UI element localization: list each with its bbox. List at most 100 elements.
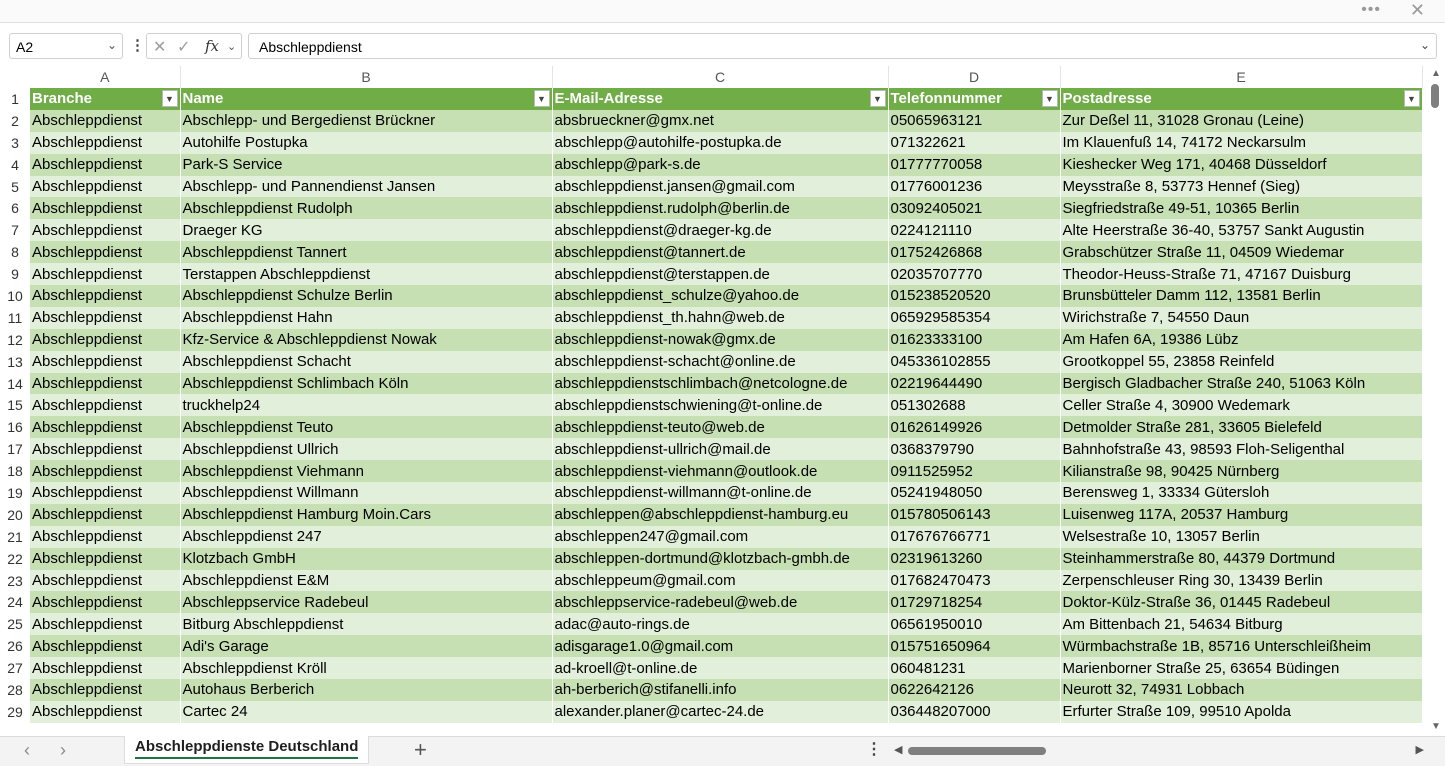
scroll-down-icon[interactable]: ▼	[1431, 721, 1441, 732]
cell-telefon[interactable]: 01776001236	[888, 175, 1061, 198]
cell-name[interactable]: Autohaus Berberich	[180, 679, 553, 701]
cell-telefon[interactable]: 0368379790	[888, 438, 1061, 461]
select-all-corner[interactable]	[0, 66, 30, 88]
cell-postadresse[interactable]: Celler Straße 4, 30900 Wedemark	[1060, 394, 1423, 417]
header-cell-name[interactable]: Name ▼	[180, 88, 553, 110]
cell-telefon[interactable]: 02219644490	[888, 372, 1061, 395]
cell-branche[interactable]: Abschleppdienst	[30, 131, 181, 154]
cell-name[interactable]: Abschleppdienst Teuto	[180, 416, 553, 439]
cell-postadresse[interactable]: Neurott 32, 74931 Lobbach	[1060, 679, 1423, 701]
tab-bar-more-icon[interactable]: ⋮	[866, 739, 882, 759]
cell-name[interactable]: Abschleppdienst Schacht	[180, 350, 553, 373]
cell-telefon[interactable]: 02035707770	[888, 263, 1061, 286]
cell-branche[interactable]: Abschleppdienst	[30, 591, 181, 614]
cell-telefon[interactable]: 01623333100	[888, 328, 1061, 351]
row-header[interactable]: 23	[0, 569, 30, 592]
row-header[interactable]: 4	[0, 153, 30, 176]
cell-postadresse[interactable]: Bahnhofstraße 43, 98593 Floh-Seligenthal	[1060, 438, 1423, 461]
cell-telefon[interactable]: 065929585354	[888, 306, 1061, 329]
cell-telefon[interactable]: 071322621	[888, 131, 1061, 154]
cell-name[interactable]: Abschleppdienst Hahn	[180, 306, 553, 329]
cell-email[interactable]: abschleppdienst-schacht@online.de	[552, 350, 889, 373]
cell-branche[interactable]: Abschleppdienst	[30, 438, 181, 461]
more-options-icon[interactable]: •••	[1361, 1, 1381, 19]
cell-email[interactable]: alexander.planer@cartec-24.de	[552, 700, 889, 723]
cell-branche[interactable]: Abschleppdienst	[30, 350, 181, 373]
cell-branche[interactable]: Abschleppdienst	[30, 416, 181, 439]
header-cell-email[interactable]: E-Mail-Adresse ▼	[552, 88, 889, 110]
formula-input[interactable]: Abschleppdienst ⌄	[248, 33, 1437, 59]
cell-branche[interactable]: Abschleppdienst	[30, 613, 181, 636]
cell-branche[interactable]: Abschleppdienst	[30, 547, 181, 570]
cell-name[interactable]: truckhelp24	[180, 394, 553, 417]
cell-telefon[interactable]: 051302688	[888, 394, 1061, 417]
cell-postadresse[interactable]: Würmbachstraße 1B, 85716 Unterschleißhei…	[1060, 635, 1423, 658]
cell-name[interactable]: Abschleppdienst E&M	[180, 569, 553, 592]
cell-telefon[interactable]: 02319613260	[888, 547, 1061, 570]
cell-name[interactable]: Autohilfe Postupka	[180, 131, 553, 154]
cell-postadresse[interactable]: Zerpenschleuser Ring 30, 13439 Berlin	[1060, 569, 1423, 592]
vertical-scroll-thumb[interactable]	[1431, 84, 1439, 108]
insert-function-icon[interactable]: fx	[205, 37, 219, 55]
cell-postadresse[interactable]: Alte Heerstraße 36-40, 53757 Sankt Augus…	[1060, 219, 1423, 242]
cell-postadresse[interactable]: Kilianstraße 98, 90425 Nürnberg	[1060, 460, 1423, 483]
row-header[interactable]: 15	[0, 394, 30, 417]
row-header[interactable]: 14	[0, 372, 30, 395]
cell-email[interactable]: ah-berberich@stifanelli.info	[552, 679, 889, 701]
cancel-icon[interactable]: ✕	[153, 37, 166, 57]
cell-postadresse[interactable]: Zur Deßel 11, 31028 Gronau (Leine)	[1060, 109, 1423, 132]
cell-telefon[interactable]: 03092405021	[888, 197, 1061, 220]
cell-telefon[interactable]: 015780506143	[888, 503, 1061, 526]
cell-name[interactable]: Abschleppdienst 247	[180, 525, 553, 548]
row-header[interactable]: 10	[0, 285, 30, 307]
cell-branche[interactable]: Abschleppdienst	[30, 635, 181, 658]
cell-email[interactable]: adisgarage1.0@gmail.com	[552, 635, 889, 658]
cell-postadresse[interactable]: Am Hafen 6A, 19386 Lübz	[1060, 328, 1423, 351]
cell-email[interactable]: abschleppdienst_schulze@yahoo.de	[552, 285, 889, 307]
cell-postadresse[interactable]: Detmolder Straße 281, 33605 Bielefeld	[1060, 416, 1423, 439]
cell-branche[interactable]: Abschleppdienst	[30, 328, 181, 351]
cell-branche[interactable]: Abschleppdienst	[30, 525, 181, 548]
row-header[interactable]: 12	[0, 328, 30, 351]
name-box[interactable]: A2 ⌄	[9, 33, 123, 59]
row-header[interactable]: 1	[0, 88, 30, 110]
cell-name[interactable]: Terstappen Abschleppdienst	[180, 263, 553, 286]
cell-postadresse[interactable]: Erfurter Straße 109, 99510 Apolda	[1060, 700, 1423, 723]
row-header[interactable]: 3	[0, 131, 30, 154]
chevron-down-icon[interactable]: ⌄	[227, 40, 236, 53]
scroll-right-icon[interactable]: ▶	[1416, 743, 1424, 756]
cell-email[interactable]: abschleppdienst_th.hahn@web.de	[552, 306, 889, 329]
row-header[interactable]: 19	[0, 482, 30, 504]
row-header[interactable]: 29	[0, 700, 30, 723]
cell-email[interactable]: abschleppeum@gmail.com	[552, 569, 889, 592]
chevron-down-icon[interactable]: ⌄	[107, 38, 117, 52]
enter-icon[interactable]: ✓	[177, 37, 190, 57]
cell-name[interactable]: Draeger KG	[180, 219, 553, 242]
cell-email[interactable]: abschleppdienst.rudolph@berlin.de	[552, 197, 889, 220]
cell-postadresse[interactable]: Brunsbütteler Damm 112, 13581 Berlin	[1060, 285, 1423, 307]
row-header[interactable]: 6	[0, 197, 30, 220]
row-header[interactable]: 25	[0, 613, 30, 636]
cell-email[interactable]: abschleppdienstschwiening@t-online.de	[552, 394, 889, 417]
cell-name[interactable]: Abschleppdienst Schulze Berlin	[180, 285, 553, 307]
cell-telefon[interactable]: 017676766771	[888, 525, 1061, 548]
cell-telefon[interactable]: 015238520520	[888, 285, 1061, 307]
cell-postadresse[interactable]: Siegfriedstraße 49-51, 10365 Berlin	[1060, 197, 1423, 220]
cell-name[interactable]: Adi's Garage	[180, 635, 553, 658]
row-header[interactable]: 18	[0, 460, 30, 483]
row-header[interactable]: 22	[0, 547, 30, 570]
cell-email[interactable]: abschleppen-dortmund@klotzbach-gmbh.de	[552, 547, 889, 570]
cell-postadresse[interactable]: Theodor-Heuss-Straße 71, 47167 Duisburg	[1060, 263, 1423, 286]
cell-telefon[interactable]: 01626149926	[888, 416, 1061, 439]
sheet-tab-active[interactable]: Abschleppdienste Deutschland	[124, 736, 370, 764]
cell-name[interactable]: Abschleppdienst Viehmann	[180, 460, 553, 483]
add-sheet-icon[interactable]: +	[414, 737, 427, 763]
cell-postadresse[interactable]: Im Klauenfuß 14, 74172 Neckarsulm	[1060, 131, 1423, 154]
spreadsheet-grid[interactable]: A B C D E 1 Branche ▼ Name ▼ E-Mail-Adress…	[0, 66, 1425, 736]
cell-telefon[interactable]: 045336102855	[888, 350, 1061, 373]
cell-postadresse[interactable]: Grabschützer Straße 11, 04509 Wiedemar	[1060, 241, 1423, 264]
cell-name[interactable]: Abschleppdienst Schlimbach Köln	[180, 372, 553, 395]
cell-branche[interactable]: Abschleppdienst	[30, 482, 181, 504]
row-header[interactable]: 2	[0, 109, 30, 132]
row-header[interactable]: 26	[0, 635, 30, 658]
